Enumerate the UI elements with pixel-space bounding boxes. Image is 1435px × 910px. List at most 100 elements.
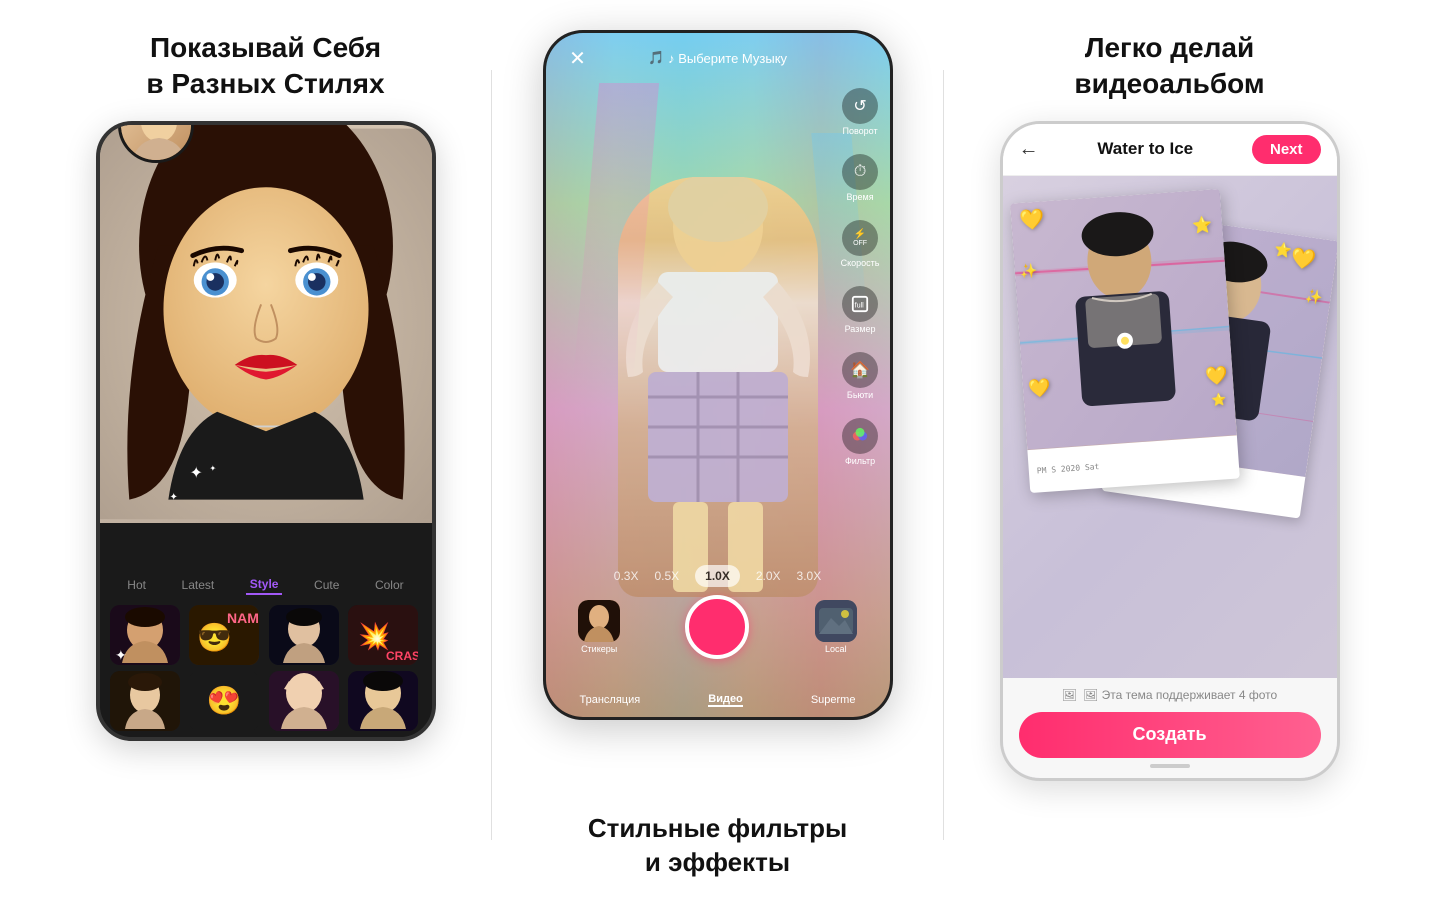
heart-emoji-3: 💛 (1027, 377, 1051, 400)
sparkle-icon-3: ✦ (210, 464, 217, 473)
rotate-control[interactable]: ↺ Поворот (841, 88, 880, 136)
svg-text:full: full (855, 301, 865, 310)
local-label: Local (825, 644, 847, 654)
size-label: Размер (845, 324, 876, 334)
time-label: Время (847, 192, 874, 202)
section-2-bottom-text: Стильные фильтры и эффекты (588, 812, 847, 880)
polaroid-front-img: 💛 ⭐ ✨ 💛 💛 ⭐ (1010, 189, 1237, 450)
filter-icon (842, 418, 878, 454)
sticker-item[interactable] (348, 671, 418, 731)
heart-emoji-4: 💛 (1204, 364, 1228, 387)
phone-1: ✦ ✦ ✦ Hot Latest Style Cute Color (96, 121, 436, 741)
phone-1-bottom: Hot Latest Style Cute Color (100, 523, 432, 737)
zoom-20[interactable]: 2.0X (756, 569, 781, 583)
phone-3: ← Water to Ice Next (1000, 121, 1340, 781)
star-emoji-4: ⭐ (1210, 391, 1226, 406)
svg-text:😎: 😎 (197, 622, 232, 653)
svg-text:CRASH!!: CRASH!! (386, 649, 418, 663)
sticker-item[interactable]: 😍 (189, 671, 259, 731)
sticker-item[interactable] (269, 605, 339, 665)
sticker-item[interactable]: ✦ (110, 605, 180, 665)
capture-row: Стикеры Local (546, 595, 890, 659)
tab-superme[interactable]: Superme (811, 694, 856, 706)
phone-3-title: Water to Ice (1097, 139, 1193, 159)
time-control[interactable]: ⏱ Время (841, 154, 880, 202)
star-emoji-2: ✨ (1303, 287, 1323, 306)
polaroid-front: 💛 ⭐ ✨ 💛 💛 ⭐ PM S 2020 Sat (1010, 189, 1240, 493)
time-icon: ⏱ (842, 154, 878, 190)
phone-1-footer: Sticker Music Magic (100, 737, 432, 741)
theme-note: 🖼 🖼 Эта тема поддерживает 4 фото (1019, 688, 1321, 702)
tab-broadcast[interactable]: Трансляция (580, 694, 641, 706)
tab-latest[interactable]: Latest (178, 576, 219, 594)
zoom-03[interactable]: 0.3X (614, 569, 639, 583)
zoom-bar: 0.3X 0.5X 1.0X 2.0X 3.0X (546, 565, 890, 587)
beauty-label: Бьюти (847, 390, 873, 400)
zoom-10[interactable]: 1.0X (695, 565, 740, 587)
close-icon[interactable]: ✕ (562, 42, 594, 74)
tab-cute[interactable]: Cute (310, 576, 343, 594)
speed-control[interactable]: ⚡ OFF Скорость (841, 220, 880, 268)
sticker-grid: ✦ 😎 NAME (100, 599, 432, 737)
sticker-item[interactable] (269, 671, 339, 731)
beauty-control[interactable]: 🏠 Бьюти (841, 352, 880, 400)
photo-collage: 💛 ⭐ ✨ PM S 2020 Sat (1020, 196, 1320, 626)
svg-text:💥: 💥 (358, 621, 390, 652)
tab-color[interactable]: Color (371, 576, 408, 594)
music-label: 🎵 ♪ Выберите Музыку (648, 50, 787, 66)
size-icon: full (842, 286, 878, 322)
local-capture-area[interactable]: Local (815, 600, 857, 654)
heart-emoji-2: 💛 (1018, 206, 1045, 233)
sparkle-icon: ✦ (190, 463, 203, 483)
person-silhouette (618, 177, 818, 597)
back-button[interactable]: ← (1019, 138, 1039, 161)
tab-video[interactable]: Видео (708, 693, 743, 707)
star-emoji-3: ⭐ (1191, 214, 1212, 235)
photo-icon: 🖼 (1062, 688, 1077, 702)
star-emoji-1: ⭐ (1273, 240, 1293, 259)
local-thumb (815, 600, 857, 642)
svg-text:NAME: NAME (227, 610, 259, 626)
size-control[interactable]: full Размер (841, 286, 880, 334)
capture-button[interactable] (685, 595, 749, 659)
main-container: Показывай Себя в Разных Стилях (0, 0, 1435, 910)
phone-3-footer: 🖼 🖼 Эта тема поддерживает 4 фото Создать (1003, 678, 1337, 778)
phone-2: ✕ 🎵 ♪ Выберите Музыку ↺ Поворот ⏱ Время (543, 30, 893, 720)
speed-icon: ⚡ OFF (842, 220, 878, 256)
rotate-label: Поворот (843, 126, 878, 136)
polaroid-date-front: PM S 2020 Sat (1036, 462, 1099, 475)
sticker-thumb (578, 600, 620, 642)
section-3: Легко делай видеоальбом ← Water to Ice N… (944, 30, 1395, 880)
bottom-tabs-2: Трансляция Видео Superme (546, 693, 890, 707)
bottom-handle (1150, 764, 1190, 768)
sticker-item[interactable]: 💥 CRASH!! (348, 605, 418, 665)
tab-hot[interactable]: Hot (123, 576, 150, 594)
section-1-title: Показывай Себя в Разных Стилях (146, 30, 384, 103)
zoom-30[interactable]: 3.0X (797, 569, 822, 583)
sticker-capture-area[interactable]: Стикеры (578, 600, 620, 654)
cartoon-face (100, 125, 432, 523)
filter-tabs[interactable]: Hot Latest Style Cute Color (100, 567, 432, 599)
sticker-item[interactable]: 😎 NAME (189, 605, 259, 665)
tab-style[interactable]: Style (246, 575, 283, 595)
sparkle-icon-2: ✦ (170, 492, 178, 503)
phone-2-topbar: ✕ 🎵 ♪ Выберите Музыку (546, 33, 890, 83)
next-button[interactable]: Next (1252, 135, 1321, 164)
svg-text:✦: ✦ (115, 647, 127, 663)
section-1: Показывай Себя в Разных Стилях (40, 30, 491, 880)
zoom-05[interactable]: 0.5X (654, 569, 679, 583)
phone-3-content: 💛 ⭐ ✨ PM S 2020 Sat (1003, 176, 1337, 778)
sticker-item[interactable] (110, 671, 180, 731)
music-note-icon: 🎵 (648, 50, 664, 66)
section-3-title: Легко делай видеоальбом (1074, 30, 1264, 103)
beauty-icon: 🏠 (842, 352, 878, 388)
starburst-emoji: ✨ (1019, 262, 1038, 280)
filter-control[interactable]: Фильтр (841, 418, 880, 466)
phone-3-topbar: ← Water to Ice Next (1003, 124, 1337, 176)
speed-label: Скорость (841, 258, 880, 268)
sticker-capture-label: Стикеры (581, 644, 617, 654)
create-button[interactable]: Создать (1019, 712, 1321, 758)
phone-1-face: ✦ ✦ ✦ (100, 125, 432, 523)
heart-emoji-1: 💛 (1289, 245, 1317, 273)
right-controls: ↺ Поворот ⏱ Время ⚡ OFF Скорость (841, 88, 880, 466)
